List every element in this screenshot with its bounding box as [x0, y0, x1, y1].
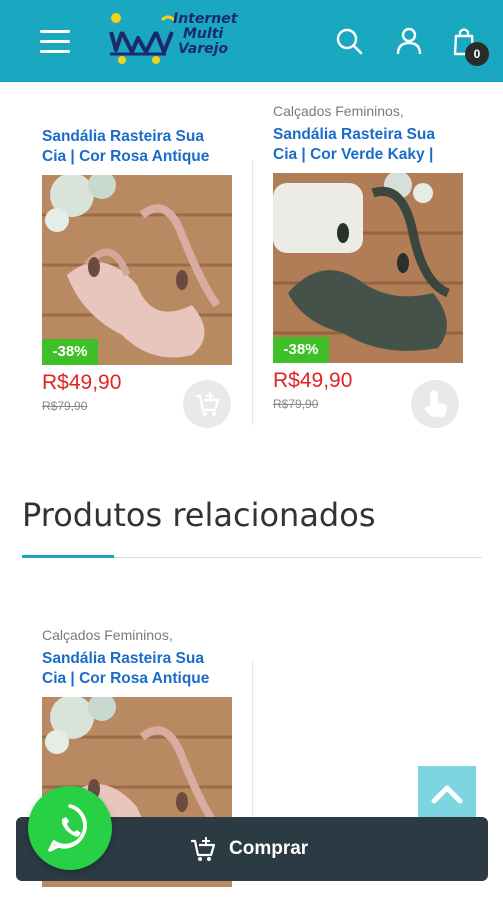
section-divider-accent: [22, 555, 114, 558]
product-category[interactable]: Calçados Femininos,: [42, 627, 232, 643]
product-photo-green-sandal: [273, 173, 463, 363]
product-title[interactable]: Sandália Rasteira Sua Cia | Cor Verde Ka…: [273, 125, 463, 165]
column-divider: [252, 660, 253, 820]
whatsapp-button[interactable]: [28, 786, 112, 870]
product-title[interactable]: Sandália Rasteira Sua Cia | Cor Rosa Ant…: [42, 649, 232, 689]
whatsapp-icon: [48, 804, 87, 852]
discount-badge: -38%: [42, 339, 98, 365]
scroll-to-top-button[interactable]: [418, 766, 476, 824]
product-card[interactable]: Calçados Femininos, Sandália Rasteira Su…: [273, 103, 463, 411]
top-header: Internet Multi Varejo 0: [0, 0, 503, 82]
product-card[interactable]: Sandália Rasteira Sua Cia | Cor Rosa Ant…: [42, 127, 232, 413]
buy-button-label[interactable]: Comprar: [229, 838, 308, 860]
menu-icon[interactable]: [40, 30, 72, 56]
select-options-button[interactable]: [411, 380, 459, 428]
hand-pointer-icon: [425, 390, 447, 417]
product-image[interactable]: -38%: [273, 173, 463, 363]
logo-text: Internet Multi Varejo: [173, 11, 238, 57]
product-category[interactable]: Calçados Femininos,: [273, 103, 463, 119]
chevron-up-icon: [431, 785, 463, 804]
product-image[interactable]: -38%: [42, 175, 232, 365]
section-heading: Produtos relacionados: [22, 496, 376, 534]
add-to-cart-icon: [196, 392, 220, 416]
product-title[interactable]: Sandália Rasteira Sua Cia | Cor Rosa Ant…: [42, 127, 232, 167]
column-divider: [252, 160, 253, 425]
discount-badge: -38%: [273, 337, 329, 363]
cart-plus-icon: [191, 837, 216, 861]
search-icon[interactable]: [334, 26, 364, 56]
product-photo-pink-sandal: [42, 175, 232, 365]
cart-count-badge[interactable]: 0: [465, 42, 489, 66]
user-icon[interactable]: [394, 26, 424, 56]
add-to-cart-button[interactable]: [183, 380, 231, 428]
